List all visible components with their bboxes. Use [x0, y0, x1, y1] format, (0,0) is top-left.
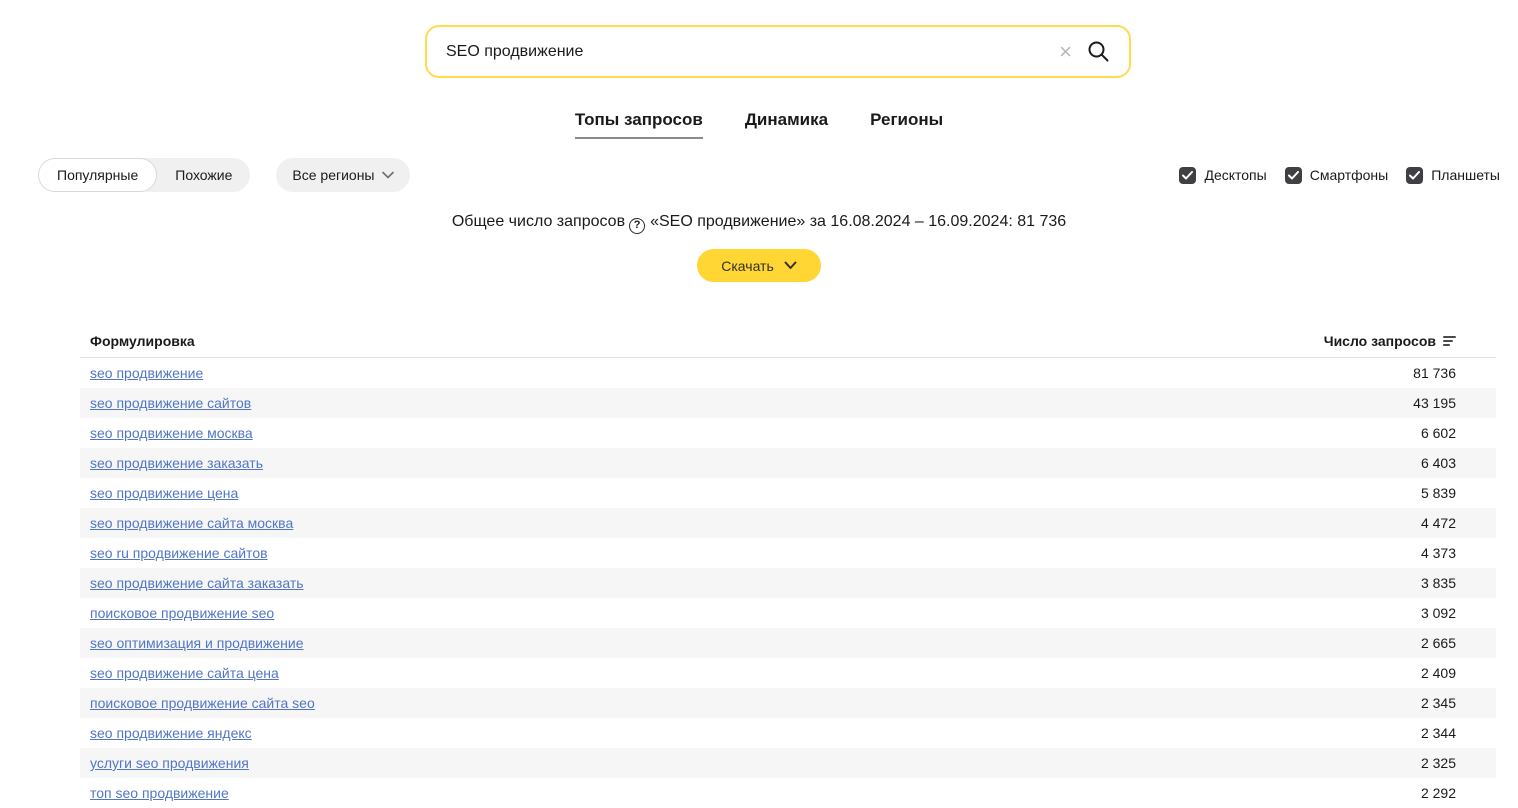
query-link[interactable]: seo продвижение яндекс: [80, 725, 252, 741]
tab-regions[interactable]: Регионы: [870, 110, 943, 139]
checkbox-desktops[interactable]: Десктопы: [1179, 167, 1266, 184]
regions-dropdown[interactable]: Все регионы: [276, 158, 410, 192]
query-count: 2 292: [1421, 785, 1496, 801]
query-link[interactable]: поисковое продвижение сайта seo: [80, 695, 315, 711]
chevron-down-icon: [382, 171, 394, 179]
download-button-wrap: Скачать: [0, 249, 1518, 282]
tab-top-queries[interactable]: Топы запросов: [575, 110, 703, 139]
table-row: seo оптимизация и продвижение 2 665: [80, 628, 1496, 658]
query-count: 2 325: [1421, 755, 1496, 771]
query-count: 3 835: [1421, 575, 1496, 591]
column-header-phrase: Формулировка: [80, 333, 195, 349]
checkbox-checked-icon: [1179, 167, 1196, 184]
query-count: 4 373: [1421, 545, 1496, 561]
table-header: Формулировка Число запросов: [80, 330, 1496, 358]
query-link[interactable]: услуги seo продвижения: [80, 755, 249, 771]
query-link[interactable]: seo продвижение сайтов: [80, 395, 251, 411]
table-row: seo продвижение заказать 6 403: [80, 448, 1496, 478]
checkbox-label: Планшеты: [1431, 167, 1500, 183]
table-row: seo продвижение москва 6 602: [80, 418, 1496, 448]
query-count: 2 344: [1421, 725, 1496, 741]
chevron-down-icon: [784, 261, 797, 270]
query-link[interactable]: seo ru продвижение сайтов: [80, 545, 268, 561]
query-count: 6 602: [1421, 425, 1496, 441]
checkbox-tablets[interactable]: Планшеты: [1406, 167, 1500, 184]
table-row: seo продвижение 81 736: [80, 358, 1496, 388]
query-count: 4 472: [1421, 515, 1496, 531]
checkbox-checked-icon: [1406, 167, 1423, 184]
query-count: 2 665: [1421, 635, 1496, 651]
summary-line: Общее число запросов? «SEO продвижение» з…: [0, 213, 1518, 234]
table-row: поисковое продвижение сайта seo 2 345: [80, 688, 1496, 718]
column-header-count[interactable]: Число запросов: [1324, 333, 1496, 349]
query-link[interactable]: seo продвижение сайта москва: [80, 515, 293, 531]
table-row: seo продвижение сайтов 43 195: [80, 388, 1496, 418]
filters-row: Популярные Похожие Все регионы Десктопы …: [38, 158, 1500, 192]
tab-dynamics[interactable]: Динамика: [745, 110, 828, 139]
query-count: 2 409: [1421, 665, 1496, 681]
table-row: seo продвижение сайта заказать 3 835: [80, 568, 1496, 598]
table-row: seo продвижение сайта цена 2 409: [80, 658, 1496, 688]
table-row: seo продвижение сайта москва 4 472: [80, 508, 1496, 538]
checkbox-label: Десктопы: [1204, 167, 1266, 183]
query-count: 2 345: [1421, 695, 1496, 711]
checkbox-label: Смартфоны: [1310, 167, 1389, 183]
download-button[interactable]: Скачать: [697, 249, 821, 282]
query-count: 3 092: [1421, 605, 1496, 621]
search-bar[interactable]: ×: [425, 25, 1131, 78]
query-type-segmented-control: Популярные Похожие: [38, 158, 250, 192]
query-link[interactable]: поисковое продвижение seo: [80, 605, 274, 621]
search-icon[interactable]: [1086, 39, 1111, 64]
table-body: seo продвижение 81 736 seo продвижение са…: [80, 358, 1496, 808]
download-button-label: Скачать: [721, 258, 774, 274]
query-link[interactable]: seo продвижение сайта цена: [80, 665, 279, 681]
summary-suffix: «SEO продвижение» за 16.08.2024 – 16.09.…: [650, 213, 1066, 230]
table-row: seo ru продвижение сайтов 4 373: [80, 538, 1496, 568]
query-count: 81 736: [1413, 365, 1496, 381]
query-count: 5 839: [1421, 485, 1496, 501]
checkbox-smartphones[interactable]: Смартфоны: [1285, 167, 1389, 184]
checkbox-checked-icon: [1285, 167, 1302, 184]
query-count: 6 403: [1421, 455, 1496, 471]
column-header-count-label: Число запросов: [1324, 333, 1436, 349]
clear-icon[interactable]: ×: [1059, 41, 1072, 63]
table-row: seo продвижение яндекс 2 344: [80, 718, 1496, 748]
query-link[interactable]: seo продвижение: [80, 365, 203, 381]
table-row: поисковое продвижение seo 3 092: [80, 598, 1496, 628]
query-link[interactable]: seo продвижение заказать: [80, 455, 263, 471]
query-link[interactable]: топ seo продвижение: [80, 785, 229, 801]
table-row: услуги seo продвижения 2 325: [80, 748, 1496, 778]
query-link[interactable]: seo оптимизация и продвижение: [80, 635, 304, 651]
table-row: seo продвижение цена 5 839: [80, 478, 1496, 508]
query-link[interactable]: seo продвижение москва: [80, 425, 253, 441]
search-input[interactable]: [444, 42, 1045, 62]
query-link[interactable]: seo продвижение сайта заказать: [80, 575, 304, 591]
segment-similar[interactable]: Похожие: [157, 158, 250, 192]
segment-popular[interactable]: Популярные: [38, 158, 157, 192]
table-row: топ seo продвижение 2 292: [80, 778, 1496, 808]
query-count: 43 195: [1413, 395, 1496, 411]
summary-prefix: Общее число запросов: [452, 213, 625, 230]
results-table: Формулировка Число запросов seo продвиже…: [80, 330, 1496, 808]
help-icon[interactable]: ?: [629, 218, 645, 234]
tab-bar: Топы запросов Динамика Регионы: [0, 110, 1518, 139]
query-link[interactable]: seo продвижение цена: [80, 485, 238, 501]
regions-dropdown-label: Все регионы: [292, 167, 374, 183]
sort-descending-icon[interactable]: [1443, 336, 1456, 346]
